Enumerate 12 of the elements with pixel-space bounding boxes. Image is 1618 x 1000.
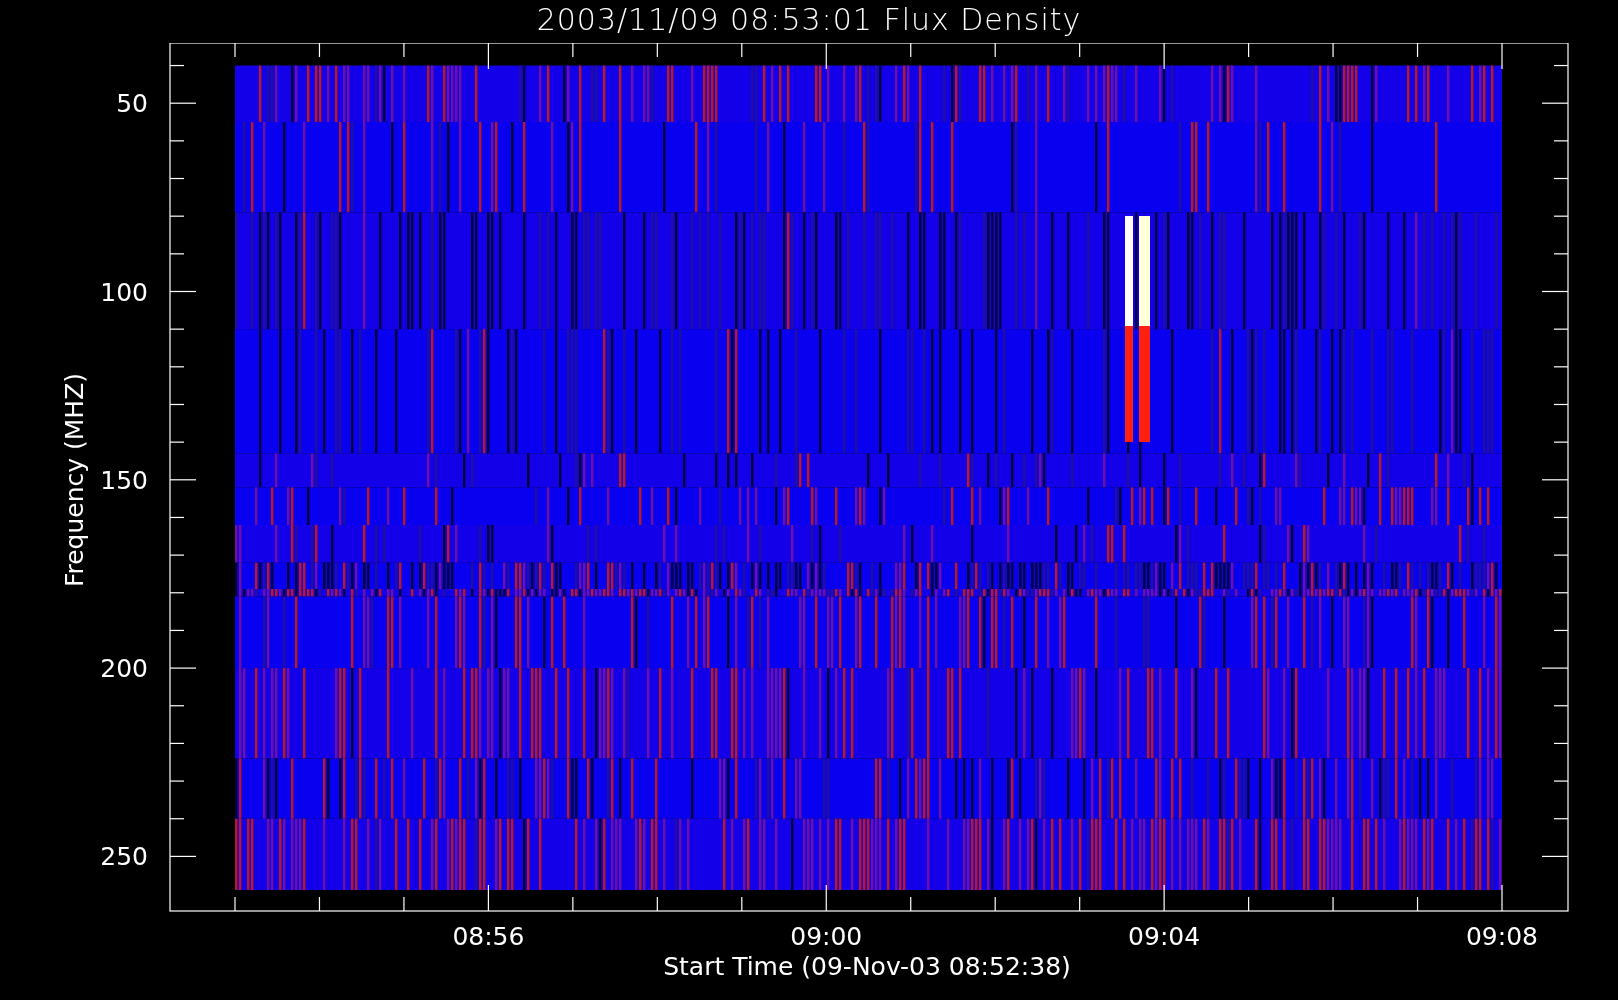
y-tick-label: 250 bbox=[100, 842, 148, 872]
y-axis-label: Frequency (MHZ) bbox=[60, 372, 89, 588]
x-tick-label: 09:04 bbox=[1128, 922, 1201, 951]
chart-title: 2003/11/09 08:53:01 Flux Density bbox=[536, 1, 1082, 39]
x-axis-label: Start Time (09-Nov-03 08:52:38) bbox=[663, 952, 1071, 981]
x-tick-label: 09:00 bbox=[790, 922, 863, 951]
y-tick-label: 150 bbox=[100, 465, 148, 495]
x-tick-label: 09:08 bbox=[1466, 922, 1538, 951]
x-tick-label: 08:56 bbox=[452, 922, 525, 951]
y-tick-label: 100 bbox=[100, 277, 148, 307]
y-tick-label: 200 bbox=[100, 654, 148, 684]
y-tick-label: 50 bbox=[116, 89, 148, 119]
